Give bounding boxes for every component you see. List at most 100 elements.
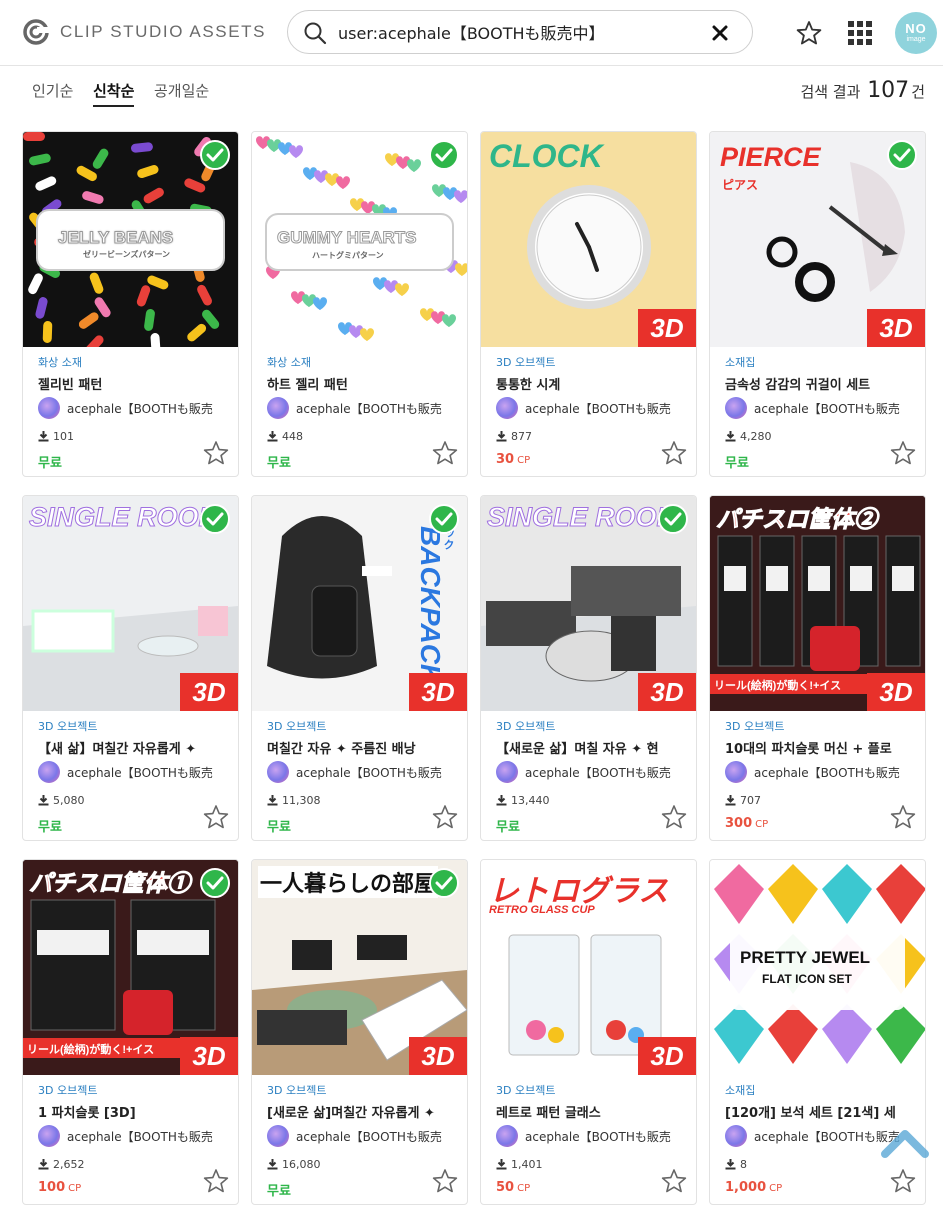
clip-studio-logo[interactable]: CLIP STUDIO ASSETS [22,18,266,46]
search-bar [287,10,753,54]
asset-author[interactable]: acephale【BOOTHも販売 [496,1125,671,1147]
asset-thumbnail[interactable]: BACKPACKリュック3D [252,496,467,711]
asset-thumbnail[interactable]: 一人暮らしの部屋 3D [252,860,467,1075]
asset-author[interactable]: acephale【BOOTHも販売 [496,761,671,783]
sort-tab-popular[interactable]: 인기순 [32,80,73,105]
asset-thumbnail[interactable]: パチスロ筐体① リール(絵柄)が動く!+イス 3D [23,860,238,1075]
thumbnail-subtitle: ハートグミパターン [312,251,384,260]
asset-thumbnail[interactable]: SINGLE ROOM 3D [481,496,696,711]
asset-author[interactable]: acephale【BOOTHも販売 [725,1125,900,1147]
favorite-star-icon[interactable] [202,439,230,467]
download-icon [725,1159,736,1170]
asset-title[interactable]: 10대의 파치슬롯 머신 + 플로 [725,738,915,757]
asset-category[interactable]: 3D 오브젝트 [267,1082,326,1098]
author-name: acephale【BOOTHも販売 [67,1129,213,1144]
asset-category[interactable]: 3D 오브젝트 [38,718,97,734]
search-input[interactable] [338,17,698,47]
asset-title[interactable]: 【새로운 삶】며칠 자유 ✦ 현 [496,738,686,757]
asset-category[interactable]: 소재집 [725,1082,755,1098]
asset-title[interactable]: 레트로 패턴 글래스 [496,1102,686,1121]
favorite-star-icon[interactable] [431,439,459,467]
favorite-star-icon[interactable] [660,439,688,467]
badge-3d: 3D [638,1037,696,1075]
asset-author[interactable]: acephale【BOOTHも販売 [496,397,671,419]
asset-author[interactable]: acephale【BOOTHも販売 [725,761,900,783]
asset-card[interactable]: BACKPACKリュック3D 3D 오브젝트며칠간 자유 ✦ 주름진 배낭 acep… [251,495,468,841]
asset-title[interactable]: 1 파치슬롯 [3D] [38,1102,228,1121]
thumbnail-title: パチスロ筐体① [29,870,191,897]
close-icon[interactable] [710,23,730,43]
badge-3d: 3D [180,673,238,711]
author-avatar [725,1125,747,1147]
asset-card[interactable]: JELLY BEANS ゼリービーンズパターン 화상 소재젤리빈 패턴 acephal… [22,131,239,477]
favorites-star-icon[interactable] [795,19,823,47]
asset-thumbnail[interactable]: PIERCE ピアス 3D [710,132,925,347]
asset-title[interactable]: 하트 젤리 패턴 [267,374,457,393]
favorite-star-icon[interactable] [889,803,917,831]
asset-card[interactable]: パチスロ筐体① リール(絵柄)が動く!+イス 3D 3D 오브젝트 1 파치슬롯 [3D… [22,859,239,1205]
author-avatar [496,1125,518,1147]
asset-category[interactable]: 3D 오브젝트 [267,718,326,734]
asset-category[interactable]: 화상 소재 [267,354,311,370]
asset-category[interactable]: 3D 오브젝트 [496,354,555,370]
favorite-star-icon[interactable] [431,803,459,831]
asset-thumbnail[interactable]: CLOCK 3D [481,132,696,347]
author-name: acephale【BOOTHも販売 [754,1129,900,1144]
asset-author[interactable]: acephale【BOOTHも販売 [38,397,213,419]
asset-thumbnail[interactable]: SINGLE ROOM 3D [23,496,238,711]
asset-title[interactable]: [120개] 보석 세트 [21색] 세 [725,1102,915,1121]
author-avatar [38,1125,60,1147]
asset-author[interactable]: acephale【BOOTHも販売 [38,761,213,783]
thumbnail-title: パチスロ筐体② [716,506,878,533]
favorite-star-icon[interactable] [431,1167,459,1195]
asset-thumbnail[interactable]: GUMMY HEARTS ハートグミパターン [252,132,467,347]
asset-price: 100 CP [38,1180,82,1195]
asset-card[interactable]: CLOCK 3D 3D 오브젝트 통통한 시계 acephale【BOOTHも販売 877… [480,131,697,477]
asset-title[interactable]: 젤리빈 패턴 [38,374,228,393]
asset-category[interactable]: 소재집 [725,354,755,370]
favorite-star-icon[interactable] [202,803,230,831]
asset-author[interactable]: acephale【BOOTHも販売 [267,761,442,783]
chevron-up-icon[interactable] [880,1122,930,1162]
asset-category[interactable]: 화상 소재 [38,354,82,370]
asset-category[interactable]: 3D 오브젝트 [38,1082,97,1098]
asset-card[interactable]: SINGLE ROOM 3D 3D 오브젝트 【새로운 삶】며칠 자유 ✦ 현 acep… [480,495,697,841]
asset-author[interactable]: acephale【BOOTHも販売 [267,1125,442,1147]
asset-category[interactable]: 3D 오브젝트 [496,718,555,734]
favorite-star-icon[interactable] [660,1167,688,1195]
favorite-star-icon[interactable] [889,1167,917,1195]
sort-tab-published[interactable]: 공개일순 [154,80,209,105]
asset-thumbnail[interactable]: レトログラス RETRO GLASS CUP 3D [481,860,696,1075]
search-icon[interactable] [303,21,327,45]
asset-category[interactable]: 3D 오브젝트 [725,718,784,734]
asset-card[interactable]: レトログラス RETRO GLASS CUP 3D 3D 오브젝트레트로 패턴 글래스… [480,859,697,1205]
apps-grid-icon[interactable] [848,21,872,45]
favorite-star-icon[interactable] [202,1167,230,1195]
author-avatar [38,397,60,419]
asset-title[interactable]: 며칠간 자유 ✦ 주름진 배낭 [267,738,457,757]
asset-title[interactable]: 통통한 시계 [496,374,686,393]
asset-thumbnail[interactable]: JELLY BEANS ゼリービーンズパターン [23,132,238,347]
asset-category[interactable]: 3D 오브젝트 [496,1082,555,1098]
favorite-star-icon[interactable] [660,803,688,831]
asset-card[interactable]: PIERCE ピアス 3D 소재집금속성 감감의 귀걸이 세트 acephale【BOO… [709,131,926,477]
asset-thumbnail[interactable]: パチスロ筐体② リール(絵柄)が動く!+イス 3D [710,496,925,711]
asset-title[interactable]: [새로운 삶]며칠간 자유롭게 ✦ [267,1102,457,1121]
asset-card[interactable]: 一人暮らしの部屋 3D 3D 오브젝트 [새로운 삶]며칠간 자유롭게 ✦ acepha… [251,859,468,1205]
author-name: acephale【BOOTHも販売 [296,401,442,416]
thumbnail-subtitle: ピアス [722,178,759,192]
asset-thumbnail[interactable]: PRETTY JEWEL FLAT ICON SET [710,860,925,1075]
asset-author[interactable]: acephale【BOOTHも販売 [267,397,442,419]
asset-card[interactable]: パチスロ筐体② リール(絵柄)が動く!+イス 3D 3D 오브젝트 10대의 파치슬롯 … [709,495,926,841]
asset-author[interactable]: acephale【BOOTHも販売 [725,397,900,419]
favorite-star-icon[interactable] [889,439,917,467]
asset-title[interactable]: 금속성 감감의 귀걸이 세트 [725,374,915,393]
asset-author[interactable]: acephale【BOOTHも販売 [38,1125,213,1147]
user-avatar[interactable]: NO image [895,12,937,54]
thumbnail-title: JELLY BEANS [57,228,174,248]
thumbnail-title: 一人暮らしの部屋 [258,866,439,898]
sort-tab-newest[interactable]: 신착순 [93,80,135,107]
asset-card[interactable]: SINGLE ROOM 3D 3D 오브젝트 【새 삶】며칠간 자유롭게 ✦ aceph… [22,495,239,841]
asset-card[interactable]: GUMMY HEARTS ハートグミパターン 화상 소재하트 젤리 패턴 acepha… [251,131,468,477]
asset-title[interactable]: 【새 삶】며칠간 자유롭게 ✦ [38,738,228,757]
